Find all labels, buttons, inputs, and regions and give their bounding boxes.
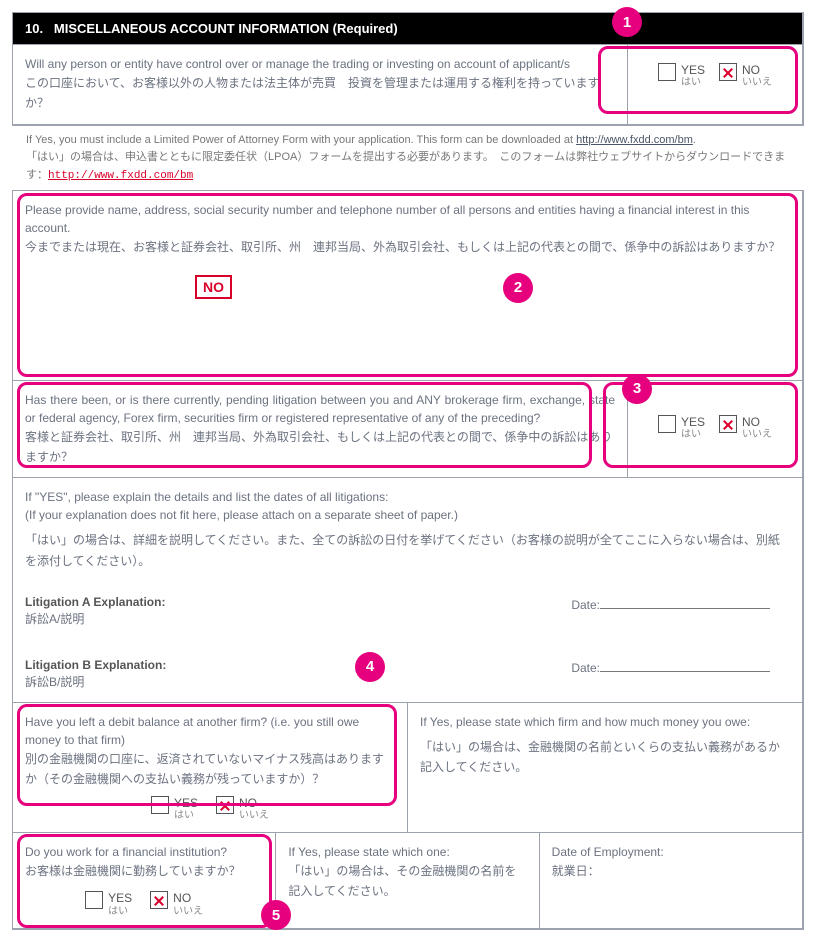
- q3-question: Has there been, or is there currently, p…: [13, 380, 627, 478]
- poa-link-en[interactable]: http://www.fxdd.com/bm: [576, 134, 693, 146]
- q1-question: Will any person or entity have control o…: [13, 44, 627, 124]
- section-header: 10. MISCELLANEOUS ACCOUNT INFORMATION (R…: [13, 13, 802, 44]
- q3-yesno: YESはい NOいいえ: [627, 380, 802, 478]
- q4-right: If Yes, please state which firm and how …: [407, 702, 802, 832]
- litigation-a-label: Litigation A Explanation:: [25, 595, 165, 609]
- annotation-badge-5: 5: [261, 900, 291, 930]
- annotation-badge-1: 1: [612, 7, 642, 37]
- q4-yes-checkbox[interactable]: [151, 796, 169, 814]
- annotation-badge-2: 2: [503, 273, 533, 303]
- q2-box: Please provide name, address, social sec…: [13, 190, 802, 380]
- poa-link-jp[interactable]: http://www.fxdd.com/bm: [48, 170, 193, 182]
- poa-note: If Yes, you must include a Limited Power…: [12, 126, 804, 190]
- q2-no-stamp: NO: [195, 275, 232, 299]
- litigation-b-date-field[interactable]: [600, 658, 770, 672]
- annotation-badge-4: 4: [355, 652, 385, 682]
- q1-yesno: YESはい NOいいえ: [627, 44, 802, 124]
- q5-no-checkbox[interactable]: [150, 891, 168, 909]
- q5-yes-checkbox[interactable]: [85, 891, 103, 909]
- litigation-explain: If "YES", please explain the details and…: [13, 477, 802, 702]
- litigation-b-date-label: Date:: [571, 661, 600, 675]
- annotation-badge-3: 3: [622, 374, 652, 404]
- q5-col3: Date of Employment: 就業日：: [539, 832, 802, 928]
- section-number: 10.: [25, 21, 43, 36]
- q1-no-checkbox[interactable]: [719, 63, 737, 81]
- q5-col2: If Yes, please state which one: 「はい」の場合は…: [275, 832, 538, 928]
- q1-yes-checkbox[interactable]: [658, 63, 676, 81]
- litigation-a-date-label: Date:: [571, 598, 600, 612]
- litigation-a-date-field[interactable]: [600, 595, 770, 609]
- section-title: MISCELLANEOUS ACCOUNT INFORMATION (Requi…: [54, 21, 398, 36]
- q5-col1: Do you work for a financial institution?…: [13, 832, 275, 928]
- litigation-b-label: Litigation B Explanation:: [25, 658, 166, 672]
- q4-no-checkbox[interactable]: [216, 796, 234, 814]
- q3-yes-checkbox[interactable]: [658, 415, 676, 433]
- q4-left: Have you left a debit balance at another…: [13, 702, 407, 832]
- q3-no-checkbox[interactable]: [719, 415, 737, 433]
